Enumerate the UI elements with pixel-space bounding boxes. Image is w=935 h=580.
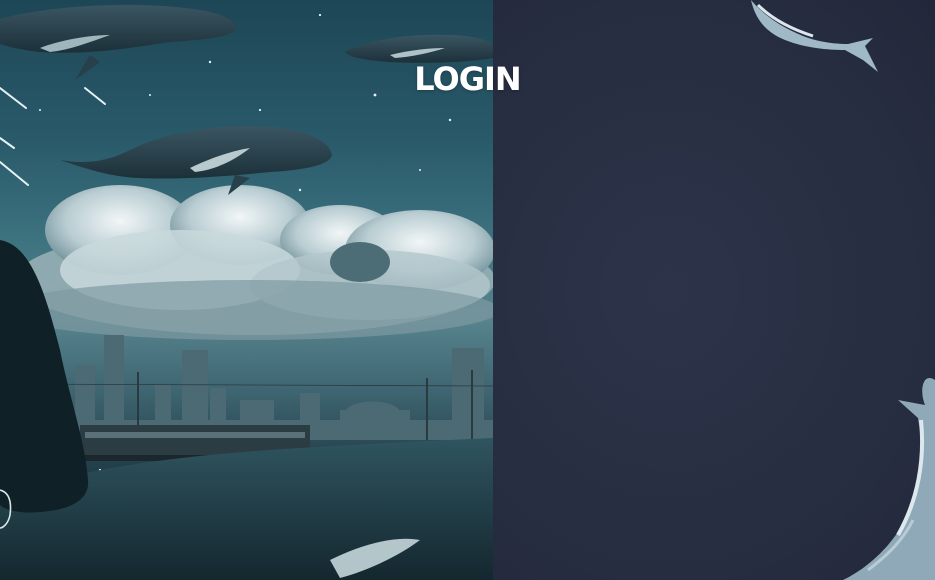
flying-whale-middle — [60, 126, 332, 195]
flying-whale-top-right — [345, 34, 493, 63]
clouds — [0, 185, 493, 340]
whale-bottom-right — [843, 378, 935, 580]
shooting-stars — [0, 87, 106, 186]
page-title: LOGIN — [414, 60, 521, 98]
login-screen: LOGIN — [0, 0, 935, 580]
